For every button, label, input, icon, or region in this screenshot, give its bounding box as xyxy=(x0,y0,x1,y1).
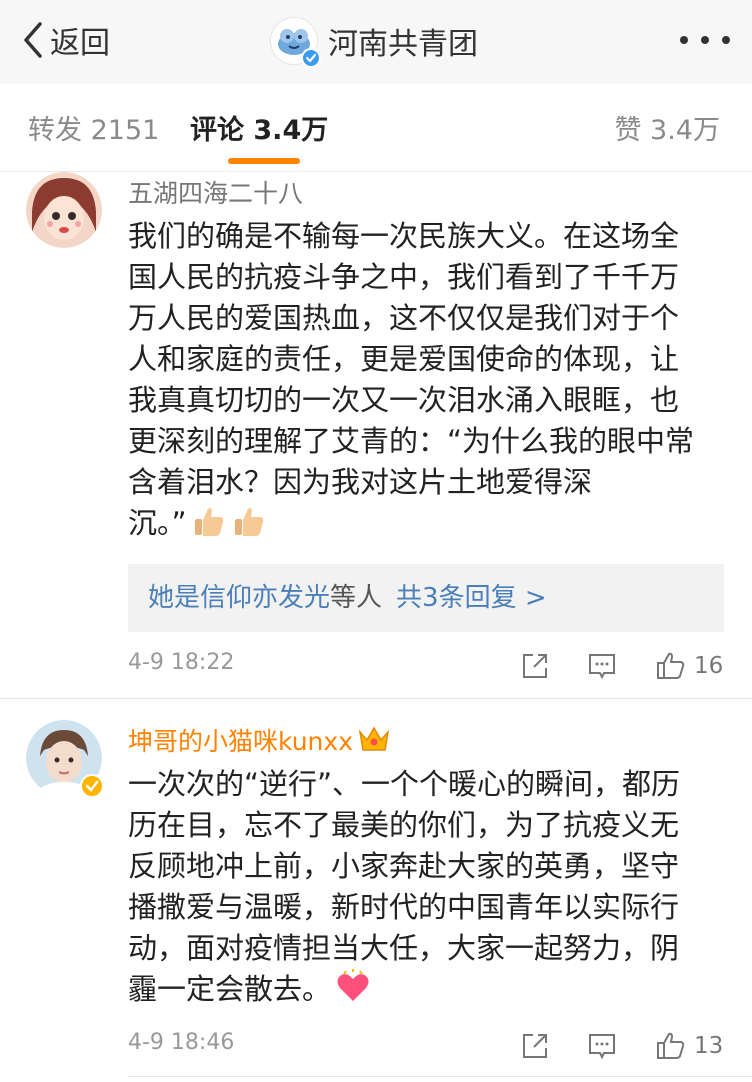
share-icon xyxy=(523,1034,547,1058)
comment-username-text: 坤哥的小猫咪kunxx xyxy=(128,727,353,756)
like-button[interactable]: 16 xyxy=(656,646,723,686)
comment-time: 4-9 18:22 xyxy=(128,650,235,675)
account-name: 河南共青团 xyxy=(328,27,478,62)
tab-like[interactable]: 赞 3.4万 xyxy=(614,108,720,147)
tab-bar: 转发 2151 评论 3.4万 赞 3.4万 xyxy=(0,84,752,172)
nav-bar: 返回 河南共青团 xyxy=(0,0,752,84)
dot xyxy=(680,36,688,44)
reply-button[interactable] xyxy=(587,646,617,686)
more-dots-icon[interactable] xyxy=(680,30,730,50)
comment-line: 播撒爱与温暖，新时代的中国青年以实际行 xyxy=(128,890,680,924)
thumbs-up-emoji-icon xyxy=(194,507,223,536)
back-label: 返回 xyxy=(50,26,110,61)
comment-line: 人和家庭的责任，更是爱国使命的体现，让 xyxy=(128,342,680,376)
tab-active-indicator xyxy=(228,158,300,164)
thumbs-up-icon xyxy=(657,652,685,679)
comment-line: 我真真切切的一次又一次泪水涌入眼眶，也 xyxy=(128,383,680,417)
tab-comment[interactable]: 评论 3.4万 xyxy=(190,108,328,147)
comment-meta: 4-9 18:22 16 xyxy=(0,646,752,686)
cartoon-girl-avatar-icon xyxy=(26,172,102,248)
comment-line: 含着泪水？因为我对这片土地爱得深 xyxy=(128,465,593,499)
replies-preview[interactable]: 她是信仰亦发光等人 共3条回复 > xyxy=(128,564,724,632)
comment-line: 我们的确是不输每一次民族大义。在这场全 xyxy=(128,219,680,253)
comment-line-last: 沉。” xyxy=(128,503,728,544)
share-button[interactable] xyxy=(520,646,550,686)
thumbs-up-emoji-icon xyxy=(234,507,263,536)
tab-repost[interactable]: 转发 2151 xyxy=(28,108,159,147)
crown-icon xyxy=(358,726,390,751)
like-button[interactable]: 13 xyxy=(656,1026,723,1066)
avatar[interactable] xyxy=(26,172,102,248)
comment-text: 一次次的“逆行”、一个个暖心的瞬间，都历 历在目，忘不了最美的你们，为了抗疫义无… xyxy=(128,764,728,1010)
avatar[interactable] xyxy=(26,720,104,798)
comment-text: 我们的确是不输每一次民族大义。在这场全 国人民的抗疫斗争之中，我们看到了千千万 … xyxy=(128,216,728,544)
reply-count-link[interactable]: 共3条回复 > xyxy=(396,583,547,613)
comment-username[interactable]: 五湖四海二十八 xyxy=(128,174,303,210)
comment-bubble-icon xyxy=(589,1034,615,1060)
dot xyxy=(722,36,730,44)
divider xyxy=(128,1076,752,1077)
comment-time: 4-9 18:46 xyxy=(128,1030,235,1055)
account-avatar[interactable] xyxy=(270,17,321,68)
comment-line: 动，面对疫情担当大任，大家一起努力，阴 xyxy=(128,931,680,965)
comment-line: 沉。” xyxy=(128,506,187,540)
verified-badge xyxy=(301,48,321,68)
verified-badge xyxy=(80,774,104,798)
back-button[interactable]: 返回 xyxy=(20,20,110,61)
comment-line: 更深刻的理解了艾青的：“为什么我的眼中常 xyxy=(128,424,695,458)
reply-user-link[interactable]: 她是信仰亦发光 xyxy=(148,583,330,613)
comment-line-last: 霾一定会散去。 xyxy=(128,969,728,1010)
share-icon xyxy=(523,654,547,678)
chevron-left-icon xyxy=(24,22,42,58)
like-count: 13 xyxy=(694,1033,724,1059)
comment-line: 历在目，忘不了最美的你们，为了抗疫义无 xyxy=(128,808,680,842)
dot xyxy=(701,36,709,44)
comment-line: 万人民的爱国热血，这不仅仅是我们对于个 xyxy=(128,301,680,335)
comment-line: 霾一定会散去。 xyxy=(128,972,332,1006)
account-header[interactable]: 河南共青团 xyxy=(270,16,478,68)
divider xyxy=(0,698,752,699)
comment-line: 一次次的“逆行”、一个个暖心的瞬间，都历 xyxy=(128,767,681,801)
like-count: 16 xyxy=(694,653,724,679)
reply-button[interactable] xyxy=(587,1026,617,1066)
check-icon xyxy=(305,53,317,63)
comment-line: 反顾地冲上前，小家奔赴大家的英勇，坚守 xyxy=(128,849,680,883)
comment-username[interactable]: 坤哥的小猫咪kunxx xyxy=(128,722,391,758)
comment-bubble-icon xyxy=(589,654,615,680)
thumbs-up-icon xyxy=(657,1032,685,1059)
heart-emoji-icon xyxy=(337,969,369,1001)
check-icon xyxy=(85,780,99,792)
reply-etc-label: 等人 xyxy=(330,583,383,613)
comment-meta: 4-9 18:46 13 xyxy=(0,1026,752,1066)
share-button[interactable] xyxy=(520,1026,550,1066)
comment-line: 国人民的抗疫斗争之中，我们看到了千千万 xyxy=(128,260,680,294)
